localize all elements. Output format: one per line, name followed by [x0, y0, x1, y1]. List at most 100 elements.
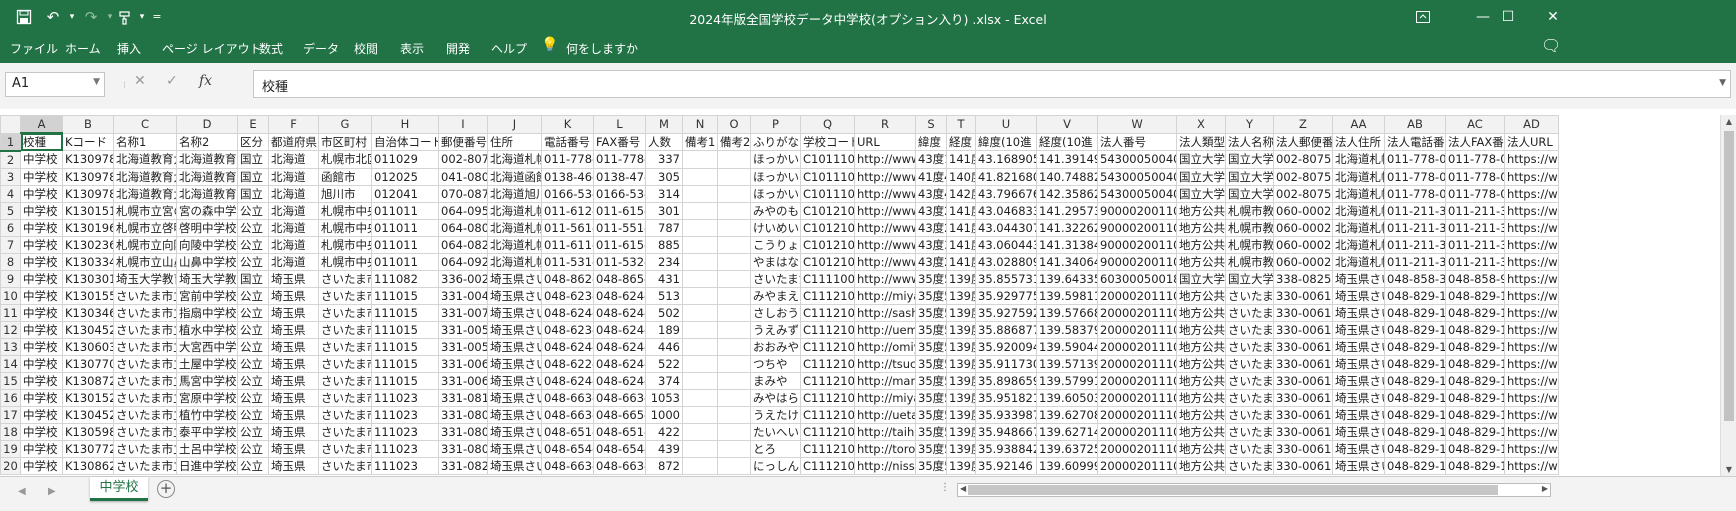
cell[interactable]: 43.04430714 [975, 218, 1037, 237]
cell[interactable]: 048-829-1 [1384, 286, 1446, 305]
cell[interactable]: 国立大学 [1225, 269, 1274, 288]
cell[interactable]: C1012101 [800, 201, 855, 220]
cell[interactable]: 中学校 [20, 337, 63, 356]
cell[interactable]: https://www [1504, 388, 1559, 407]
tab-home[interactable]: ホーム [65, 40, 101, 57]
row-header[interactable]: 19 [0, 439, 21, 458]
cell[interactable]: 011-211-38 [1445, 235, 1505, 254]
cell[interactable]: さいたま市 [1225, 303, 1274, 322]
cell[interactable]: さいたま市 [318, 320, 372, 339]
cell[interactable]: 北海道札幌 [1332, 218, 1385, 237]
cell[interactable]: 中学校 [20, 184, 63, 203]
cell[interactable]: 35.92759258 [975, 303, 1037, 322]
cell[interactable]: 330-0061 [1273, 422, 1333, 441]
cell[interactable]: 011-778-06 [1445, 167, 1505, 186]
cell[interactable]: 埼玉県さい [487, 320, 542, 339]
cell[interactable]: C1111000 [800, 269, 855, 288]
column-header[interactable]: A [20, 115, 63, 134]
cell[interactable]: つちや [750, 354, 801, 373]
cell[interactable]: 140.7488202 [1036, 167, 1098, 186]
cell[interactable]: 048-624-2 [593, 371, 646, 390]
cell[interactable]: みやはら [750, 388, 801, 407]
cell[interactable]: さいたま市立 [113, 286, 177, 305]
row-header[interactable]: 18 [0, 422, 21, 441]
cell[interactable]: 埼玉県さい [487, 354, 542, 373]
cell[interactable]: 中学校 [20, 269, 63, 288]
cell[interactable]: 787 [645, 218, 683, 237]
cell[interactable] [717, 184, 751, 203]
cell[interactable]: 向陵中学校 [176, 235, 238, 254]
cell[interactable]: 2000020111007 [1097, 405, 1177, 424]
column-header[interactable]: M [645, 115, 683, 134]
cell[interactable]: 139度 [946, 269, 976, 288]
cell[interactable]: 市区町村 [318, 132, 372, 151]
cell[interactable]: http://mam [854, 371, 916, 390]
cell[interactable]: 331-0803 [438, 439, 488, 458]
cell[interactable]: 048-829-1 [1384, 303, 1446, 322]
cell[interactable]: さいたま市 [318, 405, 372, 424]
column-header[interactable]: U [975, 115, 1037, 134]
cell[interactable]: 331-0825 [438, 456, 488, 475]
cell[interactable]: 地方公共 [1176, 303, 1226, 322]
worksheet-grid[interactable]: A B C D E F G H I J K L M N O P Q R S T U V W X Y Z AA AB AC AD 1 校種 Kコ… [0, 115, 1720, 476]
cell[interactable]: 011-778-06 [1445, 150, 1505, 169]
cell[interactable]: 060-0002 [1273, 252, 1333, 271]
cell[interactable]: 139.5837937 [1036, 320, 1098, 339]
cell[interactable]: 6030005001803 [1097, 269, 1177, 288]
cell[interactable]: 埼玉県さい [1332, 371, 1385, 390]
cell[interactable]: 234 [645, 252, 683, 271]
cell[interactable]: 141.3406483 [1036, 252, 1098, 271]
cell[interactable]: 埼玉県 [268, 439, 319, 458]
cell[interactable]: 142.3586282 [1036, 184, 1098, 203]
cell[interactable]: 埼玉県さい [1332, 422, 1385, 441]
cell[interactable]: 埼玉県さい [1332, 405, 1385, 424]
cell[interactable]: 139度 [946, 303, 976, 322]
cell[interactable]: 法人URL [1504, 132, 1559, 151]
cell[interactable]: 公立 [237, 286, 269, 305]
cell[interactable]: 埼玉県 [268, 388, 319, 407]
cell[interactable]: K1308725 [62, 371, 114, 390]
cell[interactable]: 139度 [946, 439, 976, 458]
cell[interactable]: http://sash [854, 303, 916, 322]
cell[interactable]: 住所 [487, 132, 542, 151]
cell[interactable]: 埼玉県さい [1332, 320, 1385, 339]
cell[interactable]: 札幌市立向陵 [113, 235, 177, 254]
cell[interactable]: 埼玉大学教育 [176, 269, 238, 288]
cell[interactable]: 電話番号 [541, 132, 594, 151]
cell[interactable]: 北海道札幌 [1332, 252, 1385, 271]
cell[interactable] [682, 405, 718, 424]
cell[interactable]: 埼玉県さい [1332, 269, 1385, 288]
tab-file[interactable]: ファイル [10, 40, 58, 57]
cell[interactable]: 地方公共 [1176, 320, 1226, 339]
cell[interactable] [682, 371, 718, 390]
cell[interactable]: 札幌市中央 [318, 252, 372, 271]
row-header[interactable]: 16 [0, 388, 21, 407]
cell[interactable]: 35.93398763 [975, 405, 1037, 424]
cell[interactable]: 41.82168047 [975, 167, 1037, 186]
cell[interactable]: https://www [1504, 150, 1559, 169]
comments-icon[interactable]: 🗨 [1541, 36, 1561, 55]
cell[interactable]: さいたま市立 [113, 422, 177, 441]
cell[interactable]: 331-0056 [438, 320, 488, 339]
cell[interactable]: 埼玉県 [268, 405, 319, 424]
cell[interactable]: http://taihe [854, 422, 916, 441]
cell[interactable]: 人数 [645, 132, 683, 151]
cell[interactable]: 011-778-0 [541, 150, 594, 169]
cell[interactable]: 啓明中学校 [176, 218, 238, 237]
cell[interactable]: 048-665-6 [593, 405, 646, 424]
tab-review[interactable]: 校閲 [354, 40, 378, 57]
cell[interactable]: K1309785 [62, 184, 114, 203]
cell[interactable]: 048-829-1 [1384, 320, 1446, 339]
cell[interactable]: 048-862-2 [541, 269, 594, 288]
column-header[interactable]: C [113, 115, 177, 134]
cell[interactable] [682, 235, 718, 254]
vertical-scroll-thumb[interactable] [1724, 131, 1734, 421]
column-header[interactable]: R [854, 115, 916, 134]
cell[interactable]: 139度 [946, 337, 976, 356]
cell[interactable]: 0166-53-2 [541, 184, 594, 203]
cell[interactable] [682, 286, 718, 305]
cell[interactable]: 111015 [371, 320, 439, 339]
row-header[interactable]: 4 [0, 184, 21, 203]
cell[interactable]: 139度 [946, 405, 976, 424]
cell[interactable] [682, 456, 718, 475]
